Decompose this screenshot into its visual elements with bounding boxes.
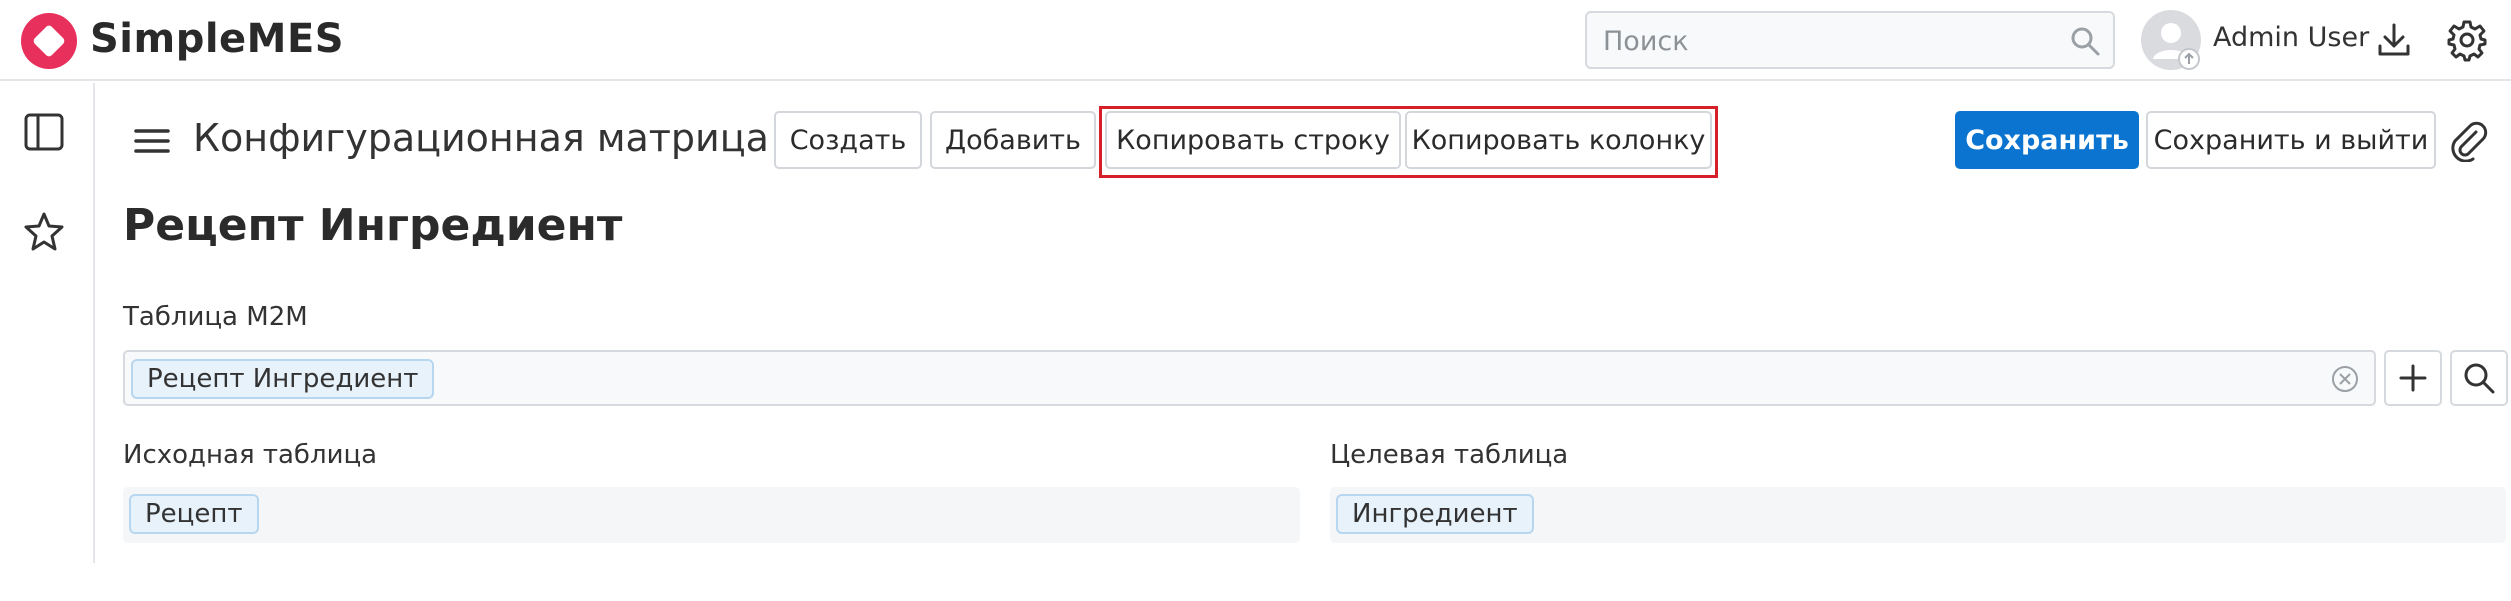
page-title: Конфигурационная матрица — [193, 116, 769, 160]
m2m-table-chip[interactable]: Рецепт Ингредиент — [131, 359, 435, 399]
clear-icon[interactable] — [2330, 364, 2360, 394]
search-icon — [2464, 363, 2495, 394]
plus-icon — [2399, 364, 2427, 392]
search-placeholder: Поиск — [1603, 26, 1689, 57]
source-table-label: Исходная таблица — [123, 440, 378, 470]
download-icon[interactable] — [2374, 20, 2414, 60]
form-heading: Рецепт Ингредиент — [123, 200, 623, 251]
paperclip-icon[interactable] — [2446, 118, 2490, 162]
add-m2m-button[interactable] — [2384, 350, 2442, 406]
menu-icon[interactable] — [132, 125, 172, 157]
add-button[interactable]: Добавить — [930, 111, 1096, 169]
save-and-exit-button[interactable]: Сохранить и выйти — [2146, 111, 2436, 169]
avatar[interactable] — [2140, 9, 2202, 71]
target-table-chip[interactable]: Ингредиент — [1336, 494, 1534, 534]
lookup-m2m-button[interactable] — [2450, 350, 2508, 406]
search-icon[interactable] — [2069, 25, 2101, 57]
top-bar: SimpleMES Поиск Admin User — [0, 0, 2511, 81]
source-table-field[interactable]: Рецепт — [123, 487, 1300, 543]
m2m-table-field[interactable]: Рецепт Ингредиент — [123, 350, 2376, 406]
star-icon[interactable] — [22, 210, 66, 254]
search-input[interactable]: Поиск — [1585, 11, 2115, 69]
left-rail — [0, 83, 95, 563]
target-table-field[interactable]: Ингредиент — [1330, 487, 2506, 543]
gear-icon[interactable] — [2445, 18, 2489, 62]
target-table-label: Целевая таблица — [1330, 440, 1569, 470]
m2m-table-label: Таблица M2M — [123, 302, 308, 332]
source-table-chip[interactable]: Рецепт — [129, 494, 259, 534]
app-name[interactable]: SimpleMES — [90, 14, 344, 64]
logo-icon[interactable] — [20, 12, 78, 70]
save-button[interactable]: Сохранить — [1955, 111, 2139, 169]
highlight-box — [1099, 106, 1718, 178]
create-button[interactable]: Создать — [774, 111, 922, 169]
user-name[interactable]: Admin User — [2213, 22, 2369, 53]
sidebar-toggle-icon[interactable] — [22, 110, 66, 154]
